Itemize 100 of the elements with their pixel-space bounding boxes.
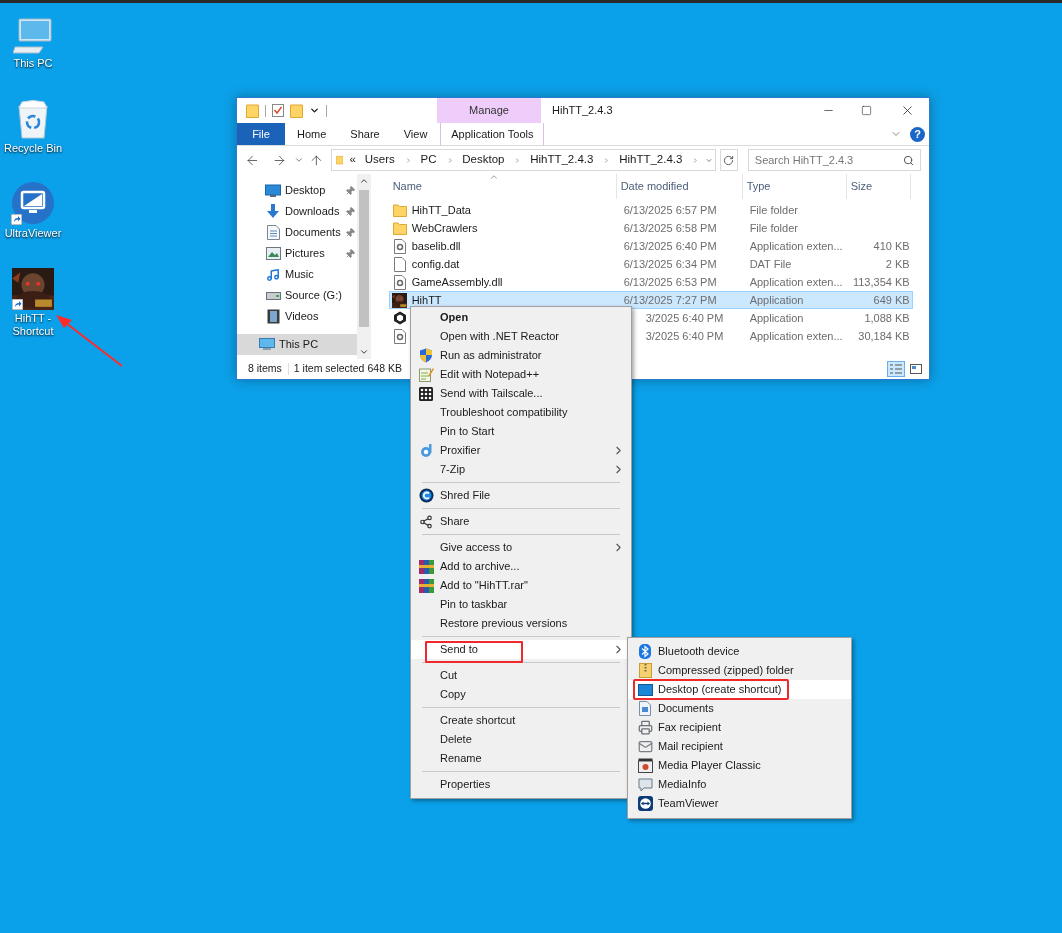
menu-item[interactable]: Send with Tailscale...: [411, 384, 631, 403]
properties-check-icon[interactable]: [272, 104, 284, 117]
scrollbar[interactable]: [356, 174, 371, 359]
nav-pane-item[interactable]: Videos: [237, 306, 357, 327]
folder-icon: [336, 153, 344, 167]
customize-quick-access-icon[interactable]: [309, 105, 320, 116]
document-icon: [266, 225, 280, 240]
nav-pane-item[interactable]: Source (G:): [237, 285, 357, 306]
type-cell-text: DAT File: [748, 258, 793, 270]
menu-item[interactable]: Delete: [411, 730, 631, 749]
date-cell-text: 3/2025 6:40 PM: [644, 312, 725, 324]
ribbon-tab[interactable]: Application Tools: [440, 123, 545, 145]
menu-item[interactable]: MediaInfo: [628, 775, 851, 794]
menu-item[interactable]: Media Player Classic: [628, 756, 851, 775]
column-header[interactable]: Size: [846, 174, 911, 199]
file-name: HihTT_Data: [411, 204, 471, 216]
folder-icon[interactable]: [246, 103, 259, 118]
nav-pane-item[interactable]: Documents: [237, 222, 357, 243]
menu-item[interactable]: Properties: [411, 775, 631, 794]
address-bar[interactable]: « Users PC Desktop HihTT_2.4.3 HihTT_2.4.3: [331, 149, 717, 171]
date-cell-text: 6/13/2025 6:53 PM: [622, 276, 718, 288]
menu-item[interactable]: Edit with Notepad++: [411, 365, 631, 384]
menu-item[interactable]: Add to "HihTT.rar": [411, 576, 631, 595]
selected-file-row[interactable]: HihTT 6/13/2025 7:27 PM Application 649 KB: [388, 291, 913, 309]
settings-file-icon: [393, 238, 406, 254]
menu-item[interactable]: Open: [411, 308, 631, 327]
refresh-icon: [723, 154, 735, 166]
item-count: 8 items: [248, 361, 282, 377]
menu-item[interactable]: Run as administrator: [411, 346, 631, 365]
breadcrumb[interactable]: Desktop: [462, 151, 505, 169]
nav-pane-item[interactable]: Music: [237, 264, 357, 285]
date-cell-text: 6/13/2025 7:27 PM: [622, 294, 718, 306]
menu-item[interactable]: 7-Zip: [411, 460, 631, 479]
menu-item[interactable]: Shred File: [411, 486, 631, 505]
menu-item[interactable]: Pin to taskbar: [411, 595, 631, 614]
menu-item[interactable]: Pin to Start: [411, 422, 631, 441]
menu-item[interactable]: Restore previous versions: [411, 614, 631, 633]
ribbon-tab[interactable]: File: [237, 123, 285, 145]
view-button[interactable]: [907, 361, 925, 377]
film-icon: [266, 309, 280, 324]
nav-pane-item[interactable]: Pictures: [237, 243, 357, 264]
document-icon: [639, 701, 651, 716]
menu-item[interactable]: Cut: [411, 666, 631, 685]
scroll-down-icon[interactable]: [358, 347, 369, 357]
type-cell-text: Application: [748, 294, 805, 306]
search-icon: [903, 154, 914, 166]
breadcrumb[interactable]: HihTT_2.4.3: [619, 151, 683, 169]
menu-item[interactable]: Open with .NET Reactor: [411, 327, 631, 346]
ribbon-tab[interactable]: Share: [338, 123, 392, 145]
type-cell-text: Application exten...: [748, 276, 844, 288]
column-header[interactable]: Name: [388, 174, 617, 199]
column-header[interactable]: Date modified: [616, 174, 743, 199]
nav-pane-item[interactable]: This PC: [237, 334, 357, 355]
menu-item[interactable]: Troubleshoot compatibility: [411, 403, 631, 422]
cube-icon: [392, 311, 407, 325]
breadcrumb[interactable]: Users: [364, 151, 395, 169]
new-folder-icon[interactable]: [290, 103, 303, 118]
menu-item[interactable]: Fax recipient: [628, 718, 851, 737]
menu-item[interactable]: Copy: [411, 685, 631, 704]
breadcrumb[interactable]: HihTT_2.4.3: [530, 151, 594, 169]
double-arrow-icon: [637, 796, 653, 811]
breadcrumb[interactable]: PC: [420, 151, 437, 169]
folder-icon: [392, 203, 407, 217]
date-cell-text: 6/13/2025 6:34 PM: [622, 258, 718, 270]
refresh-button[interactable]: [720, 149, 738, 171]
monitor-icon[interactable]: [11, 181, 55, 225]
search-field[interactable]: Search HihTT_2.4.3: [747, 149, 921, 171]
type-cell-text: Application: [748, 312, 805, 324]
contextual-tab-group: Manage: [437, 98, 541, 123]
ribbon-tab[interactable]: View: [391, 123, 440, 145]
menu-item[interactable]: Share: [411, 512, 631, 531]
overflow-marker[interactable]: «: [349, 151, 356, 169]
menu-item[interactable]: Desktop (create shortcut): [628, 680, 851, 699]
computer-icon[interactable]: [13, 17, 53, 55]
shortcut-arrow-icon: [11, 214, 22, 225]
shortcut-arrow-icon: [12, 299, 23, 310]
scroll-up-icon[interactable]: [358, 176, 369, 186]
file-icon: [393, 256, 406, 272]
menu-item[interactable]: Mail recipient: [628, 737, 851, 756]
selection-size: 648 KB: [367, 361, 402, 377]
nav-pane-item[interactable]: Downloads: [237, 201, 357, 222]
menu-item[interactable]: Create shortcut: [411, 711, 631, 730]
file-name: config.dat: [411, 258, 460, 270]
menu-item[interactable]: Proxifier: [411, 441, 631, 460]
menu-item[interactable]: TeamViewer: [628, 794, 851, 813]
image-icon: [265, 247, 281, 260]
speech-bubble-icon: [637, 777, 653, 792]
column-header[interactable]: Type: [742, 174, 847, 199]
nav-pane-item[interactable]: Desktop: [237, 180, 357, 201]
ribbon-tab[interactable]: Home: [285, 123, 339, 145]
recycle-bin-icon[interactable]: [16, 100, 50, 140]
menu-item[interactable]: Rename: [411, 749, 631, 768]
menu-item[interactable]: Compressed (zipped) folder: [628, 661, 851, 680]
menu-item[interactable]: Bluetooth device: [628, 642, 851, 661]
recent-locations-icon[interactable]: [293, 155, 304, 165]
help-button[interactable]: ?: [910, 126, 925, 142]
menu-item[interactable]: Add to archive...: [411, 557, 631, 576]
menu-item[interactable]: Documents: [628, 699, 851, 718]
envelope-icon: [637, 739, 653, 754]
menu-item[interactable]: Give access to: [411, 538, 631, 557]
